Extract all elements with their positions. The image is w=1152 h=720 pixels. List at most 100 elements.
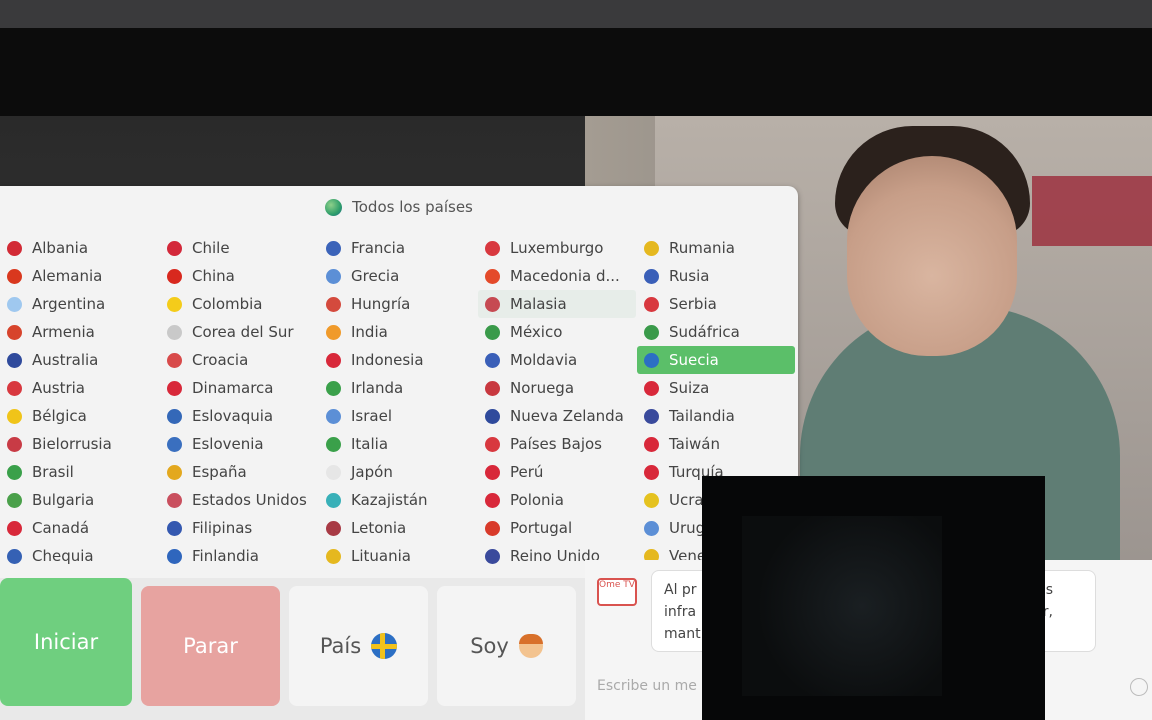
gender-button[interactable]: Soy — [437, 586, 576, 706]
flag-icon — [7, 492, 22, 508]
country-item[interactable]: Filipinas — [160, 514, 318, 542]
country-item[interactable]: Argentina — [0, 290, 158, 318]
emoji-icon[interactable] — [1130, 678, 1148, 696]
country-item[interactable]: Grecia — [319, 262, 477, 290]
country-label: España — [192, 463, 247, 481]
country-item[interactable]: Chequia — [0, 542, 158, 570]
country-label: Bulgaria — [32, 491, 95, 509]
country-label: India — [351, 323, 388, 341]
country-label: Armenia — [32, 323, 95, 341]
country-item[interactable]: Serbia — [637, 290, 795, 318]
gender-button-label: Soy — [470, 634, 509, 658]
country-item[interactable]: Malasia — [478, 290, 636, 318]
country-item[interactable]: India — [319, 318, 477, 346]
flag-icon — [485, 408, 500, 424]
country-label: Estados Unidos — [192, 491, 307, 509]
country-label: Urug — [669, 519, 706, 537]
country-item[interactable]: Finlandia — [160, 542, 318, 570]
ometv-logo: Ome TV — [597, 578, 637, 606]
country-label: Noruega — [510, 379, 575, 397]
flag-icon — [167, 464, 182, 480]
country-item[interactable]: Brasil — [0, 458, 158, 486]
country-item[interactable]: Australia — [0, 346, 158, 374]
country-label: Taiwán — [669, 435, 721, 453]
country-label: Eslovenia — [192, 435, 264, 453]
country-label: Nueva Zelanda — [510, 407, 624, 425]
country-label: Rusia — [669, 267, 710, 285]
country-item[interactable]: Albania — [0, 234, 158, 262]
country-item[interactable]: Suiza — [637, 374, 795, 402]
country-item[interactable]: Noruega — [478, 374, 636, 402]
country-label: Bielorrusia — [32, 435, 112, 453]
country-item[interactable]: México — [478, 318, 636, 346]
country-item[interactable]: Dinamarca — [160, 374, 318, 402]
country-item[interactable]: Luxemburgo — [478, 234, 636, 262]
flag-icon — [326, 240, 341, 256]
flag-icon — [644, 520, 659, 536]
flag-icon — [644, 408, 659, 424]
flag-icon — [644, 436, 659, 452]
country-item[interactable]: Suecia — [637, 346, 795, 374]
country-item[interactable]: Kazajistán — [319, 486, 477, 514]
flag-icon — [7, 268, 22, 284]
country-label: Irlanda — [351, 379, 404, 397]
country-item[interactable]: Estados Unidos — [160, 486, 318, 514]
country-item[interactable]: Bélgica — [0, 402, 158, 430]
flag-icon — [167, 324, 182, 340]
country-item[interactable]: Hungría — [319, 290, 477, 318]
country-item[interactable]: Bulgaria — [0, 486, 158, 514]
country-item[interactable]: Polonia — [478, 486, 636, 514]
flag-icon — [485, 268, 500, 284]
country-label: Luxemburgo — [510, 239, 604, 257]
country-item[interactable]: Eslovenia — [160, 430, 318, 458]
country-label: Polonia — [510, 491, 564, 509]
country-item[interactable]: Nueva Zelanda — [478, 402, 636, 430]
flag-icon — [7, 240, 22, 256]
country-item[interactable]: Croacia — [160, 346, 318, 374]
flag-icon — [167, 296, 182, 312]
flag-icon — [485, 380, 500, 396]
stop-button[interactable]: Parar — [141, 586, 280, 706]
country-item[interactable]: China — [160, 262, 318, 290]
all-countries-option[interactable]: Todos los países — [0, 186, 798, 228]
country-item[interactable]: Armenia — [0, 318, 158, 346]
country-item[interactable]: Países Bajos — [478, 430, 636, 458]
country-item[interactable]: Taiwán — [637, 430, 795, 458]
country-item[interactable]: Colombia — [160, 290, 318, 318]
country-item[interactable]: Tailandia — [637, 402, 795, 430]
country-item[interactable]: Japón — [319, 458, 477, 486]
start-button[interactable]: Iniciar — [0, 578, 132, 706]
country-item[interactable]: Israel — [319, 402, 477, 430]
country-item[interactable]: Portugal — [478, 514, 636, 542]
country-item[interactable]: Irlanda — [319, 374, 477, 402]
country-item[interactable]: Lituania — [319, 542, 477, 570]
country-label: Indonesia — [351, 351, 424, 369]
country-item[interactable]: Alemania — [0, 262, 158, 290]
country-item[interactable]: Letonia — [319, 514, 477, 542]
country-item[interactable]: Francia — [319, 234, 477, 262]
country-item[interactable]: Italia — [319, 430, 477, 458]
country-item[interactable]: Austria — [0, 374, 158, 402]
country-label: Brasil — [32, 463, 74, 481]
country-item[interactable]: Indonesia — [319, 346, 477, 374]
country-item[interactable]: Macedonia d... — [478, 262, 636, 290]
country-item[interactable]: Rumania — [637, 234, 795, 262]
country-item[interactable]: Chile — [160, 234, 318, 262]
flag-icon — [485, 492, 500, 508]
flag-icon — [485, 240, 500, 256]
country-button[interactable]: País — [289, 586, 428, 706]
country-item[interactable]: España — [160, 458, 318, 486]
flag-icon — [7, 548, 22, 564]
country-item[interactable]: Corea del Sur — [160, 318, 318, 346]
country-item[interactable]: Moldavia — [478, 346, 636, 374]
country-item[interactable]: Sudáfrica — [637, 318, 795, 346]
flag-icon — [167, 268, 182, 284]
country-item[interactable]: Perú — [478, 458, 636, 486]
country-label: Filipinas — [192, 519, 253, 537]
country-item[interactable]: Eslovaquia — [160, 402, 318, 430]
country-item[interactable]: Rusia — [637, 262, 795, 290]
country-label: Kazajistán — [351, 491, 428, 509]
country-item[interactable]: Canadá — [0, 514, 158, 542]
country-item[interactable]: Bielorrusia — [0, 430, 158, 458]
globe-icon — [325, 198, 343, 216]
